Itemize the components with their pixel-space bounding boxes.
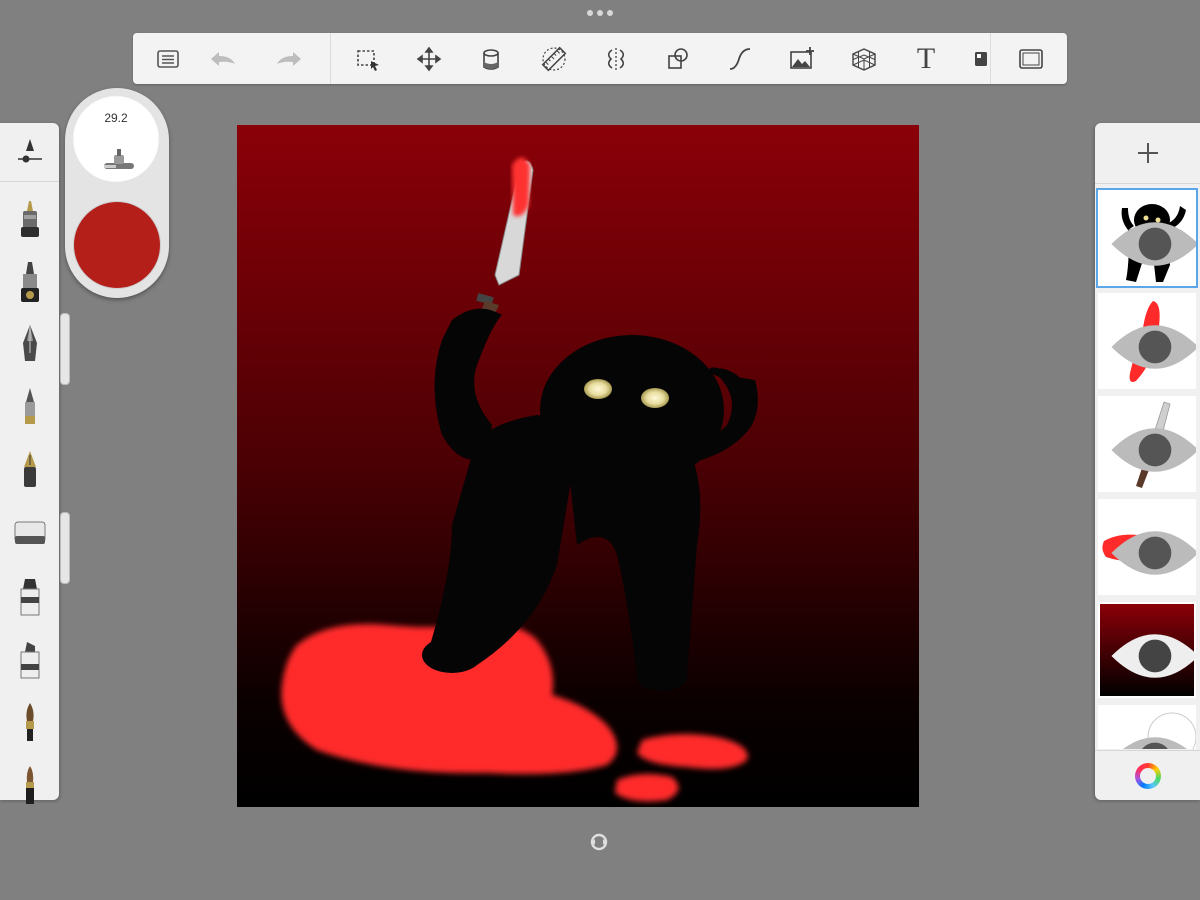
brush-size-control[interactable]: 29.2 <box>72 95 160 183</box>
drawing-canvas[interactable] <box>237 125 919 807</box>
layer-thumbnail-blood-pool[interactable] <box>1098 499 1196 595</box>
list-icon[interactable] <box>150 41 186 77</box>
undo-icon[interactable] <box>205 41 241 77</box>
visibility-eye-icon[interactable] <box>1106 402 1196 492</box>
fill-icon[interactable] <box>473 41 509 77</box>
visibility-eye-icon[interactable] <box>1106 505 1196 595</box>
dot <box>597 10 603 16</box>
redo-icon[interactable] <box>271 41 307 77</box>
visibility-eye-icon[interactable] <box>1106 608 1196 698</box>
toolbar: T <box>133 33 1067 84</box>
visibility-eye-icon[interactable] <box>1106 711 1196 749</box>
paint-brush-tool[interactable] <box>12 701 48 745</box>
chisel-marker-tool[interactable] <box>12 638 48 682</box>
separator <box>330 33 331 84</box>
image-add-icon[interactable] <box>784 41 820 77</box>
brush-puck[interactable]: 29.2 <box>65 88 169 298</box>
color-wheel-icon <box>1134 763 1161 789</box>
layer-thumbnail-blood-drip[interactable] <box>1098 293 1196 389</box>
visibility-eye-icon[interactable] <box>1106 196 1196 286</box>
layer-thumbnail-paper[interactable] <box>1098 705 1196 749</box>
cat-eye-right <box>641 388 669 408</box>
symmetry-icon[interactable] <box>598 41 634 77</box>
layer-thumbnail-cat[interactable] <box>1098 190 1196 286</box>
separator <box>990 33 991 84</box>
airbrush-tool[interactable] <box>12 197 48 241</box>
options-menu[interactable] <box>585 10 615 18</box>
airbrush-icon <box>104 149 134 169</box>
ruler-icon[interactable] <box>536 41 572 77</box>
brush-palette <box>0 123 59 804</box>
brush-properties-icon <box>17 139 42 163</box>
layer-thumbnail-knife[interactable] <box>1098 396 1196 492</box>
add-layer-button[interactable] <box>1095 123 1200 184</box>
ink-brush-tool[interactable] <box>12 764 48 808</box>
perspective-grid-icon[interactable] <box>846 41 882 77</box>
color-picker-button[interactable] <box>1095 750 1200 800</box>
transform-icon[interactable] <box>411 41 447 77</box>
artwork <box>237 125 919 807</box>
layer-thumbnail-background[interactable] <box>1098 602 1196 698</box>
shape-icon[interactable] <box>660 41 696 77</box>
visibility-eye-icon[interactable] <box>1106 299 1196 389</box>
stroke-icon[interactable] <box>722 41 758 77</box>
brush-palette-grip[interactable] <box>60 512 70 584</box>
pencil-tool[interactable] <box>12 386 48 430</box>
technical-pen-tool[interactable] <box>12 260 48 304</box>
dot <box>607 10 613 16</box>
dot <box>587 10 593 16</box>
fountain-pen-tool[interactable] <box>12 449 48 493</box>
selection-icon[interactable] <box>350 41 386 77</box>
brush-palette-grip[interactable] <box>60 313 70 385</box>
fullscreen-icon[interactable] <box>1013 41 1049 77</box>
sync-icon[interactable] <box>589 832 609 852</box>
brush-size-value: 29.2 <box>104 111 128 125</box>
text-icon[interactable]: T <box>908 41 944 77</box>
brush-settings-button[interactable] <box>0 123 59 182</box>
ballpoint-tool[interactable] <box>12 323 48 367</box>
canvas-icon[interactable] <box>963 41 999 77</box>
current-color-swatch[interactable] <box>74 202 160 288</box>
layers-panel <box>1095 123 1200 800</box>
cat-eye-left <box>584 379 612 399</box>
eraser-tool[interactable] <box>12 512 48 556</box>
marker-tool[interactable] <box>12 575 48 619</box>
plus-icon <box>1137 143 1158 163</box>
